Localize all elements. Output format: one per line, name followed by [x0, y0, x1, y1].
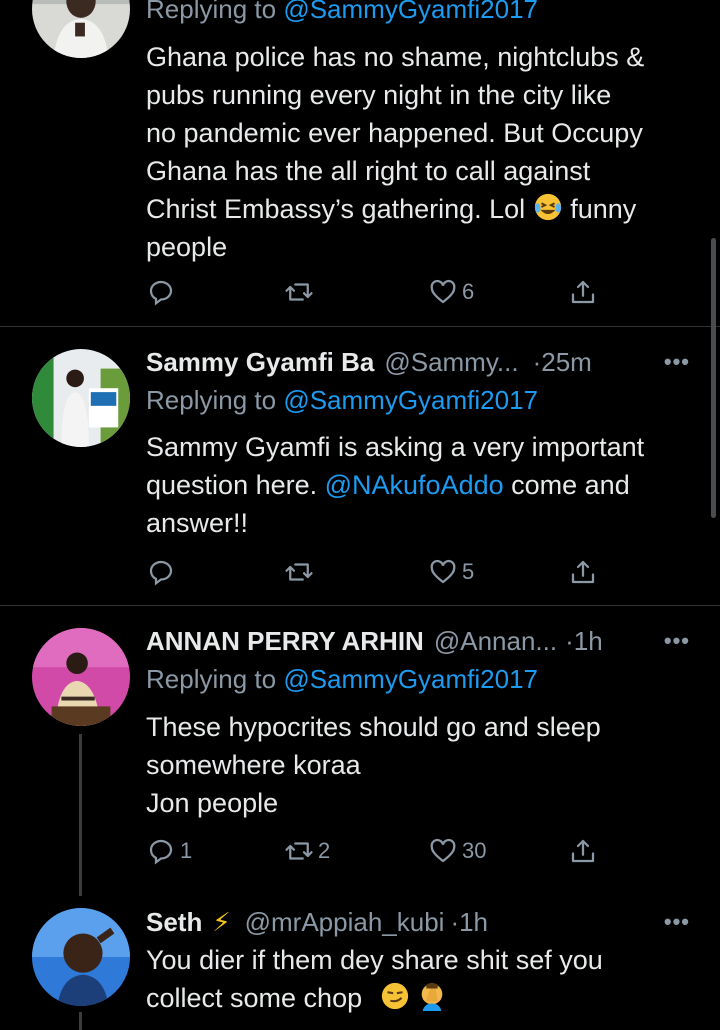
- avatar[interactable]: [32, 0, 130, 58]
- reply-button[interactable]: 1: [146, 836, 192, 866]
- tweet-4[interactable]: Seth ⚡ @mrAppiah_kubi ·1h ••• You dier i…: [0, 896, 720, 1030]
- share-button[interactable]: [568, 277, 598, 307]
- share-icon: [571, 280, 595, 304]
- more-icon[interactable]: •••: [664, 345, 690, 379]
- laughing-crying-emoji-icon: [534, 193, 561, 221]
- mention-link[interactable]: @NAkufoAddo: [325, 470, 504, 500]
- timestamp[interactable]: ·1h: [450, 905, 488, 939]
- retweet-icon: [285, 842, 313, 860]
- reply-icon: [149, 560, 173, 586]
- reply-count: 1: [180, 838, 193, 863]
- more-icon[interactable]: •••: [664, 624, 690, 658]
- tweet-3[interactable]: ANNAN PERRY ARHIN @Annan... ·1h ••• Repl…: [0, 606, 720, 896]
- share-button[interactable]: [568, 557, 598, 587]
- tweet-header: ANNAN PERRY ARHIN @Annan... ·1h •••: [146, 624, 690, 658]
- retweet-button[interactable]: 2: [284, 836, 330, 866]
- action-bar: 1 2 30: [146, 836, 606, 866]
- reply-icon: [149, 280, 173, 306]
- user-handle[interactable]: @Annan...: [434, 624, 557, 658]
- replying-handle-link[interactable]: @SammyGyamfi2017: [283, 664, 538, 694]
- tweet-text-line: collect some chop: [146, 979, 706, 1017]
- like-count: 30: [462, 838, 487, 863]
- thread-line: [79, 1012, 82, 1030]
- display-name[interactable]: ANNAN PERRY ARHIN: [146, 624, 424, 658]
- timestamp[interactable]: ·1h: [565, 624, 603, 658]
- avatar-photo-icon: [32, 628, 130, 726]
- share-button[interactable]: [568, 836, 598, 866]
- retweet-button[interactable]: [284, 557, 318, 587]
- avatar[interactable]: [32, 908, 130, 1006]
- avatar[interactable]: [32, 349, 130, 447]
- user-handle[interactable]: @mrAppiah_kubi: [245, 905, 445, 939]
- like-button[interactable]: 6: [428, 277, 474, 307]
- tweet-2[interactable]: Sammy Gyamfi Ba @Sammy... ·25m ••• Reply…: [0, 327, 720, 605]
- tweet-text: Sammy Gyamfi is asking a very important …: [146, 428, 706, 542]
- share-icon: [571, 560, 595, 584]
- tweet-header: Sammy Gyamfi Ba @Sammy... ·25m •••: [146, 345, 690, 379]
- retweet-count: 2: [318, 838, 331, 863]
- tweet-text-line: no pandemic ever happened. But Occupy: [146, 118, 643, 148]
- replying-handle-link[interactable]: @SammyGyamfi2017: [283, 0, 538, 24]
- avatar-photo-icon: [32, 908, 130, 1006]
- thread-line: [79, 734, 82, 896]
- tweet-text-line: people: [146, 232, 228, 262]
- share-icon: [571, 839, 595, 863]
- user-handle[interactable]: @Sammy...: [384, 345, 518, 379]
- display-name[interactable]: Sammy Gyamfi Ba: [146, 345, 374, 379]
- tweet-text-line: Jon people: [146, 788, 279, 818]
- avatar-photo-icon: [32, 349, 130, 447]
- replying-to: Replying to @SammyGyamfi2017: [146, 385, 539, 415]
- tweet-text-line: question here. @NAkufoAddo come and: [146, 470, 630, 500]
- smirking-face-emoji-icon: [381, 982, 408, 1010]
- tweet-text-line: somewhere koraa: [146, 750, 361, 780]
- retweet-icon: [285, 283, 313, 301]
- facepalm-emoji-icon: [421, 982, 443, 1011]
- more-icon[interactable]: •••: [664, 905, 690, 939]
- display-name[interactable]: Seth: [146, 905, 202, 939]
- reply-button[interactable]: [146, 557, 180, 587]
- tweet-1[interactable]: Replying to @SammyGyamfi2017 Ghana polic…: [0, 0, 720, 326]
- tweet-text-line: You dier if them dey share shit sef you: [146, 945, 603, 975]
- like-icon: [430, 559, 456, 584]
- like-icon: [430, 279, 456, 304]
- tweet-text-line: These hypocrites should go and sleep: [146, 712, 601, 742]
- tweet-text-line: Ghana police has no shame, nightclubs &: [146, 42, 645, 72]
- tweet-text-line: pubs running every night in the city lik…: [146, 80, 612, 110]
- replying-handle-link[interactable]: @SammyGyamfi2017: [283, 385, 538, 415]
- tweet-text: Ghana police has no shame, nightclubs & …: [146, 38, 706, 266]
- tweet-header: Seth ⚡ @mrAppiah_kubi ·1h •••: [146, 905, 690, 939]
- avatar[interactable]: [32, 628, 130, 726]
- timestamp[interactable]: ·25m: [533, 345, 592, 379]
- action-bar: 6: [146, 277, 606, 307]
- reply-icon: [149, 839, 173, 865]
- retweet-icon: [285, 563, 313, 581]
- like-button[interactable]: 30: [428, 836, 486, 866]
- tweet-text-line: Christ Embassy’s gathering. Lol funny: [146, 193, 637, 224]
- replying-to: Replying to @SammyGyamfi2017: [146, 0, 538, 26]
- tweet-text-line: answer!!: [146, 508, 249, 538]
- action-bar: 5: [146, 557, 606, 587]
- tweet-text: These hypocrites should go and sleep som…: [146, 708, 706, 822]
- like-icon: [430, 838, 456, 863]
- tweet-text-line: Ghana has the all right to call against: [146, 156, 591, 186]
- avatar-photo-icon: [32, 0, 130, 58]
- replying-to: Replying to @SammyGyamfi2017: [146, 664, 539, 694]
- tweet-text: You dier if them dey share shit sef you …: [146, 941, 706, 1017]
- reply-button[interactable]: [146, 277, 180, 307]
- tweet-text-line: Sammy Gyamfi is asking a very important: [146, 432, 645, 462]
- like-button[interactable]: 5: [428, 557, 474, 587]
- scrollbar[interactable]: [711, 238, 716, 518]
- lightning-icon: ⚡: [212, 907, 231, 937]
- retweet-button[interactable]: [284, 277, 318, 307]
